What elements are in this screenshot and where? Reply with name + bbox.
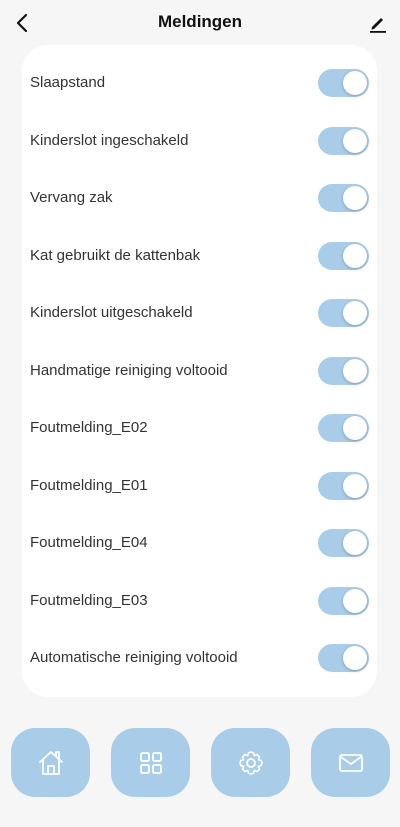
toggle-knob [343, 71, 367, 95]
toggle-knob [343, 646, 367, 670]
top-bar: Meldingen [0, 0, 400, 46]
setting-toggle[interactable] [318, 414, 369, 442]
setting-row: Handmatige reiniging voltooid [22, 351, 377, 391]
tab-home[interactable] [11, 728, 90, 797]
setting-toggle[interactable] [318, 644, 369, 672]
setting-row: Kinderslot ingeschakeld [22, 121, 377, 161]
toggle-knob [343, 129, 367, 153]
page-title: Meldingen [157, 12, 243, 31]
setting-label: Slaapstand [30, 74, 106, 91]
grid-icon [139, 751, 162, 774]
setting-toggle[interactable] [318, 472, 369, 500]
gear-icon [238, 750, 263, 775]
setting-label: Foutmelding_E04 [30, 534, 148, 551]
toggle-knob [343, 589, 367, 613]
toggle-knob [343, 531, 367, 555]
setting-toggle[interactable] [318, 587, 369, 615]
home-icon [38, 750, 63, 775]
setting-row: Foutmelding_E02 [22, 408, 377, 448]
setting-row: Foutmelding_E04 [22, 523, 377, 563]
setting-row: Foutmelding_E01 [22, 466, 377, 506]
setting-toggle[interactable] [318, 357, 369, 385]
tab-messages[interactable] [311, 728, 390, 797]
setting-label: Foutmelding_E03 [30, 592, 148, 609]
setting-label: Foutmelding_E02 [30, 419, 148, 436]
toggle-knob [343, 186, 367, 210]
setting-label: Handmatige reiniging voltooid [30, 362, 228, 379]
setting-row: Kat gebruikt de kattenbak [22, 236, 377, 276]
setting-row: Vervang zak [22, 178, 377, 218]
toggle-knob [343, 474, 367, 498]
setting-toggle[interactable] [318, 529, 369, 557]
setting-toggle[interactable] [318, 69, 369, 97]
setting-toggle[interactable] [318, 184, 369, 212]
setting-row: Foutmelding_E03 [22, 581, 377, 621]
toggle-knob [343, 416, 367, 440]
setting-label: Foutmelding_E01 [30, 477, 148, 494]
bottom-tab-bar [0, 728, 400, 798]
setting-toggle[interactable] [318, 299, 369, 327]
setting-label: Kinderslot ingeschakeld [30, 132, 189, 149]
setting-label: Kat gebruikt de kattenbak [30, 247, 201, 264]
setting-toggle[interactable] [318, 242, 369, 270]
settings-card: Slaapstand Kinderslot ingeschakeld Verva… [22, 45, 377, 697]
edit-button[interactable] [364, 8, 392, 38]
setting-label: Automatische reiniging voltooid [30, 649, 238, 666]
toggle-knob [343, 301, 367, 325]
setting-row: Slaapstand [22, 63, 377, 103]
setting-label: Vervang zak [30, 189, 113, 206]
mail-icon [338, 753, 363, 772]
setting-row: Kinderslot uitgeschakeld [22, 293, 377, 333]
pencil-icon [370, 18, 386, 33]
toggle-knob [343, 244, 367, 268]
setting-toggle[interactable] [318, 127, 369, 155]
tab-settings[interactable] [211, 728, 290, 797]
setting-label: Kinderslot uitgeschakeld [30, 304, 193, 321]
toggle-knob [343, 359, 367, 383]
tab-devices[interactable] [111, 728, 190, 797]
setting-row: Automatische reiniging voltooid [22, 638, 377, 678]
